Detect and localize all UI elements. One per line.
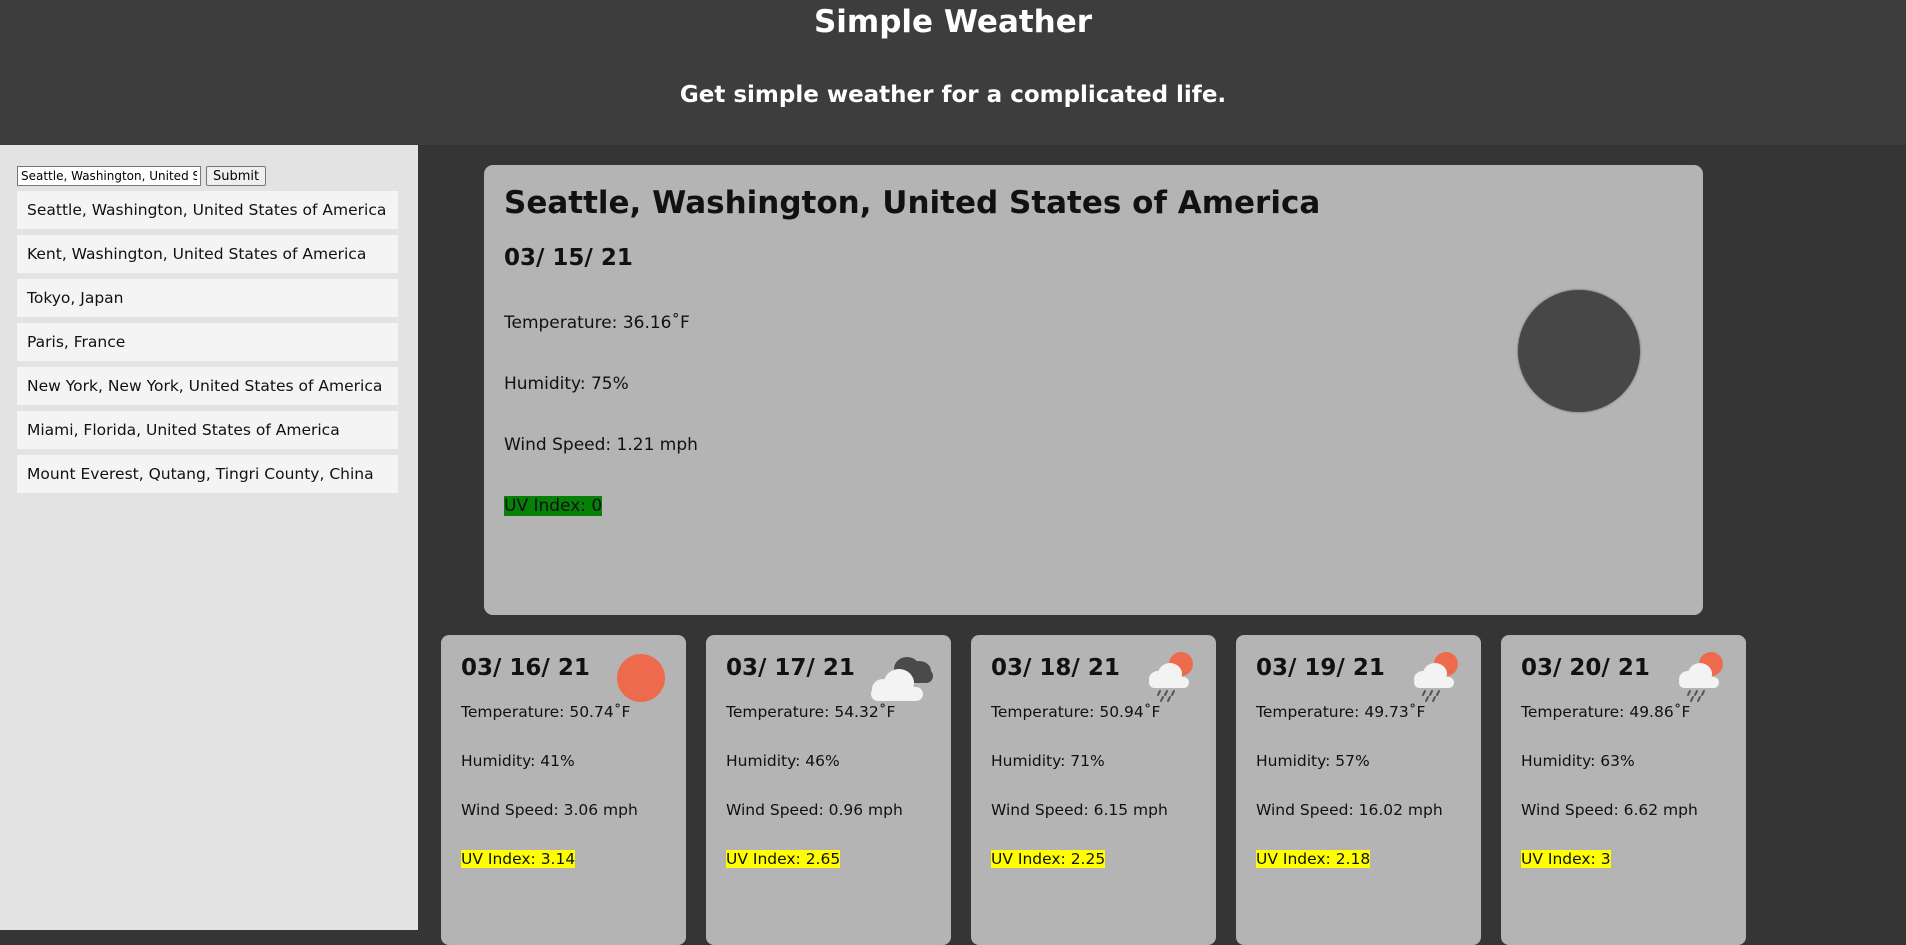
- forecast-humidity: Humidity: 63%: [1521, 752, 1635, 770]
- rain-sun-icon: [1414, 652, 1458, 702]
- forecast-uv-index: UV Index: 3.14: [461, 850, 576, 868]
- search-form: Submit: [17, 166, 267, 186]
- history-item[interactable]: Miami, Florida, United States of America: [17, 411, 398, 449]
- history-item[interactable]: Mount Everest, Qutang, Tingri County, Ch…: [17, 455, 398, 493]
- current-temperature: Temperature: 36.16˚F: [504, 313, 690, 333]
- sun-icon: [617, 654, 665, 702]
- forecast-wind-speed: Wind Speed: 16.02 mph: [1256, 801, 1443, 819]
- forecast-date: 03/ 16/ 21: [461, 655, 590, 681]
- forecast-date: 03/ 20/ 21: [1521, 655, 1650, 681]
- forecast-temperature: Temperature: 50.94˚F: [991, 703, 1161, 721]
- submit-button[interactable]: Submit: [206, 166, 267, 186]
- rain-sun-icon: [1149, 652, 1193, 702]
- forecast-uv-index: UV Index: 2.65: [726, 850, 841, 868]
- forecast-temperature: Temperature: 49.73˚F: [1256, 703, 1426, 721]
- rain-sun-icon: [1679, 652, 1723, 702]
- forecast-humidity: Humidity: 46%: [726, 752, 840, 770]
- forecast-card: 03/ 16/ 21 Temperature: 50.74˚F Humidity…: [441, 635, 686, 945]
- current-uv-index: UV Index: 0: [504, 496, 603, 516]
- forecast-date: 03/ 19/ 21: [1256, 655, 1385, 681]
- cloudy-icon: [871, 657, 933, 701]
- history-item[interactable]: Seattle, Washington, United States of Am…: [17, 191, 398, 229]
- forecast-humidity: Humidity: 57%: [1256, 752, 1370, 770]
- forecast-wind-speed: Wind Speed: 0.96 mph: [726, 801, 903, 819]
- page-header: Simple Weather Get simple weather for a …: [0, 0, 1906, 145]
- forecast-wind-speed: Wind Speed: 6.15 mph: [991, 801, 1168, 819]
- forecast-temperature: Temperature: 50.74˚F: [461, 703, 631, 721]
- history-item[interactable]: New York, New York, United States of Ame…: [17, 367, 398, 405]
- forecast-card: 03/ 17/ 21 Temperature: 54.32˚F Humidity…: [706, 635, 951, 945]
- history-item[interactable]: Kent, Washington, United States of Ameri…: [17, 235, 398, 273]
- city-search-input[interactable]: [17, 166, 201, 186]
- current-date: 03/ 15/ 21: [504, 245, 633, 271]
- sidebar: Submit Seattle, Washington, United State…: [0, 145, 418, 930]
- current-weather-card: Seattle, Washington, United States of Am…: [484, 165, 1703, 615]
- forecast-humidity: Humidity: 41%: [461, 752, 575, 770]
- forecast-date: 03/ 17/ 21: [726, 655, 855, 681]
- history-item[interactable]: Tokyo, Japan: [17, 279, 398, 317]
- forecast-temperature: Temperature: 54.32˚F: [726, 703, 896, 721]
- search-history-list: Seattle, Washington, United States of Am…: [17, 191, 398, 499]
- forecast-uv-index: UV Index: 3: [1521, 850, 1611, 868]
- history-item[interactable]: Paris, France: [17, 323, 398, 361]
- forecast-card: 03/ 20/ 21 Temperature: 49.86˚F Humidity…: [1501, 635, 1746, 945]
- forecast-humidity: Humidity: 71%: [991, 752, 1105, 770]
- moon-icon: [1518, 290, 1640, 412]
- forecast-wind-speed: Wind Speed: 6.62 mph: [1521, 801, 1698, 819]
- forecast-card: 03/ 19/ 21 Temperature: 49.73˚F Humidity…: [1236, 635, 1481, 945]
- forecast-uv-index: UV Index: 2.18: [1256, 850, 1371, 868]
- forecast-temperature: Temperature: 49.86˚F: [1521, 703, 1691, 721]
- current-humidity: Humidity: 75%: [504, 374, 629, 394]
- current-city: Seattle, Washington, United States of Am…: [504, 185, 1321, 221]
- app-title: Simple Weather: [813, 4, 1093, 40]
- forecast-wind-speed: Wind Speed: 3.06 mph: [461, 801, 638, 819]
- app-subtitle: Get simple weather for a complicated lif…: [679, 82, 1227, 108]
- forecast-card: 03/ 18/ 21 Temperature: 50.94˚F Humidity…: [971, 635, 1216, 945]
- forecast-uv-index: UV Index: 2.25: [991, 850, 1106, 868]
- current-wind-speed: Wind Speed: 1.21 mph: [504, 435, 698, 455]
- forecast-date: 03/ 18/ 21: [991, 655, 1120, 681]
